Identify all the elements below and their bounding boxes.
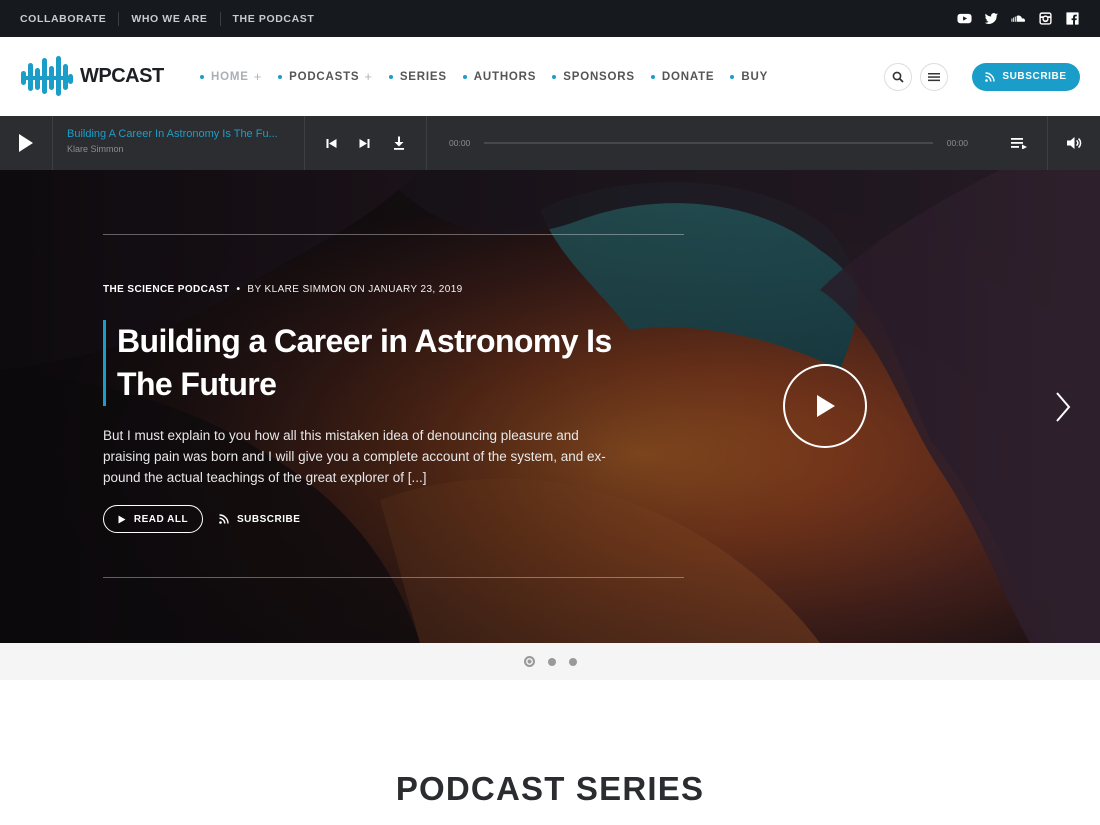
search-icon bbox=[892, 71, 904, 83]
player-track-title[interactable]: Building A Career In Astronomy Is The Fu… bbox=[67, 128, 290, 140]
toplink-who-we-are[interactable]: WHO WE ARE bbox=[118, 11, 219, 26]
play-icon bbox=[118, 515, 126, 523]
subscribe-button[interactable]: SUBSCRIBE bbox=[972, 62, 1080, 91]
nav-label: DONATE bbox=[661, 70, 715, 83]
twitter-icon[interactable] bbox=[984, 11, 999, 26]
slider-dot-2[interactable] bbox=[547, 657, 556, 666]
hero-background-image bbox=[0, 170, 1100, 643]
nav-label: PODCASTS bbox=[289, 70, 360, 83]
rss-icon bbox=[219, 514, 229, 524]
nav-label: SERIES bbox=[399, 70, 447, 83]
playlist-icon bbox=[1010, 137, 1027, 149]
download-icon[interactable] bbox=[393, 136, 405, 150]
nav-dot bbox=[388, 74, 393, 79]
progress-track[interactable] bbox=[484, 142, 933, 144]
chevron-right-icon bbox=[1056, 392, 1071, 422]
hero-subscribe-label: SUBSCRIBE bbox=[237, 513, 301, 525]
plus-icon: + bbox=[364, 69, 373, 84]
meta-separator: • bbox=[236, 284, 241, 295]
hero-slider: THE SCIENCE PODCAST • BY KLARE SIMMON ON J… bbox=[0, 170, 1100, 643]
player-play-button[interactable] bbox=[0, 116, 53, 170]
slider-dot-1[interactable] bbox=[523, 656, 535, 667]
hero-title-line: Building a Career in Astronomy Is bbox=[117, 323, 612, 359]
menu-button[interactable] bbox=[920, 62, 948, 91]
time-total: 00:00 bbox=[946, 138, 968, 148]
player-track-author: Klare Simmon bbox=[67, 144, 124, 154]
slider-next-button[interactable] bbox=[1050, 390, 1074, 429]
soundcloud-icon[interactable] bbox=[1011, 11, 1026, 26]
hero-title-line: The Future bbox=[117, 366, 277, 402]
hero-actions: READ ALL SUBSCRIBE bbox=[103, 505, 300, 533]
hamburger-icon bbox=[928, 72, 940, 81]
read-all-label: READ ALL bbox=[133, 513, 189, 525]
slider-pagination bbox=[0, 643, 1100, 680]
rss-icon bbox=[985, 71, 996, 82]
hero-meta: THE SCIENCE PODCAST • BY KLARE SIMMON ON J… bbox=[103, 284, 463, 295]
top-links: COLLABORATE WHO WE ARE THE PODCAST bbox=[20, 11, 327, 26]
excerpt-line: But I must explain to you how all this m… bbox=[103, 428, 579, 443]
nav-dot bbox=[462, 74, 467, 79]
nav-item-authors[interactable]: AUTHORS bbox=[462, 70, 537, 83]
logo-text: WPCAST bbox=[80, 65, 164, 87]
section-title-podcast-series: PODCAST SERIES bbox=[395, 770, 705, 807]
player-controls bbox=[305, 116, 427, 170]
search-button[interactable] bbox=[884, 62, 912, 91]
player-track-info: Building A Career In Astronomy Is The Fu… bbox=[53, 116, 305, 170]
nav-item-podcasts[interactable]: PODCASTS + bbox=[278, 69, 373, 84]
plus-icon: + bbox=[253, 69, 263, 84]
toplink-collaborate[interactable]: COLLABORATE bbox=[20, 12, 118, 26]
main-nav: HOME + PODCASTS + SERIES AUTHORS SPONSORS … bbox=[200, 69, 768, 84]
volume-button[interactable] bbox=[1048, 116, 1100, 170]
nav-item-home[interactable]: HOME + bbox=[200, 69, 262, 84]
site-logo[interactable]: WPCAST bbox=[20, 54, 180, 100]
nav-item-series[interactable]: SERIES bbox=[388, 70, 447, 83]
read-all-button[interactable]: READ ALL bbox=[103, 505, 203, 533]
time-current: 00:00 bbox=[449, 138, 471, 148]
nav-dot bbox=[552, 74, 557, 79]
youtube-icon[interactable] bbox=[957, 11, 972, 26]
nav-label: SPONSORS bbox=[563, 70, 635, 83]
main-header: WPCAST HOME + PODCASTS + SERIES AUTHORS SP… bbox=[0, 37, 1100, 116]
slider-dot-3[interactable] bbox=[568, 657, 577, 666]
excerpt-line: pound the actual teachings of the great … bbox=[103, 470, 427, 485]
nav-dot bbox=[650, 74, 655, 79]
nav-label: AUTHORS bbox=[473, 70, 537, 83]
play-icon bbox=[19, 134, 33, 152]
nav-item-sponsors[interactable]: SPONSORS bbox=[552, 71, 635, 83]
hero-title[interactable]: Building a Career in Astronomy Is The Fu… bbox=[103, 320, 663, 406]
header-actions: SUBSCRIBE bbox=[884, 62, 1080, 91]
nav-dot bbox=[730, 74, 735, 79]
play-icon bbox=[817, 395, 835, 417]
instagram-icon[interactable] bbox=[1038, 11, 1053, 26]
volume-icon bbox=[1066, 137, 1081, 149]
playlist-button[interactable] bbox=[990, 116, 1048, 170]
hero-play-button[interactable] bbox=[783, 364, 867, 448]
top-bar: COLLABORATE WHO WE ARE THE PODCAST bbox=[0, 0, 1100, 37]
logo-mark-icon bbox=[21, 55, 73, 96]
hero-byline: BY KLARE SIMMON ON JANUARY 23, 2019 bbox=[247, 284, 463, 295]
hero-subscribe-link[interactable]: SUBSCRIBE bbox=[219, 514, 300, 525]
toplink-the-podcast[interactable]: THE PODCAST bbox=[219, 11, 327, 26]
nav-dot bbox=[200, 74, 204, 79]
nav-label: BUY bbox=[741, 70, 769, 83]
skip-previous-icon[interactable] bbox=[326, 138, 337, 149]
nav-item-donate[interactable]: DONATE bbox=[650, 70, 715, 83]
nav-item-buy[interactable]: BUY bbox=[730, 71, 768, 83]
audio-player: Building A Career In Astronomy Is The Fu… bbox=[0, 116, 1100, 170]
excerpt-line: praising pain was born and I will give y… bbox=[103, 449, 606, 464]
hero-category[interactable]: THE SCIENCE PODCAST bbox=[103, 284, 230, 295]
hero-excerpt: But I must explain to you how all this m… bbox=[103, 425, 623, 488]
nav-dot bbox=[278, 74, 283, 79]
skip-next-icon[interactable] bbox=[359, 138, 370, 149]
player-progress: 00:00 00:00 bbox=[427, 138, 990, 148]
facebook-icon[interactable] bbox=[1065, 11, 1080, 26]
hero-bottom-rule bbox=[103, 577, 684, 578]
social-links bbox=[957, 11, 1080, 26]
subscribe-label: SUBSCRIBE bbox=[1002, 71, 1067, 82]
nav-label: HOME bbox=[211, 70, 249, 83]
hero-top-rule bbox=[103, 234, 684, 235]
